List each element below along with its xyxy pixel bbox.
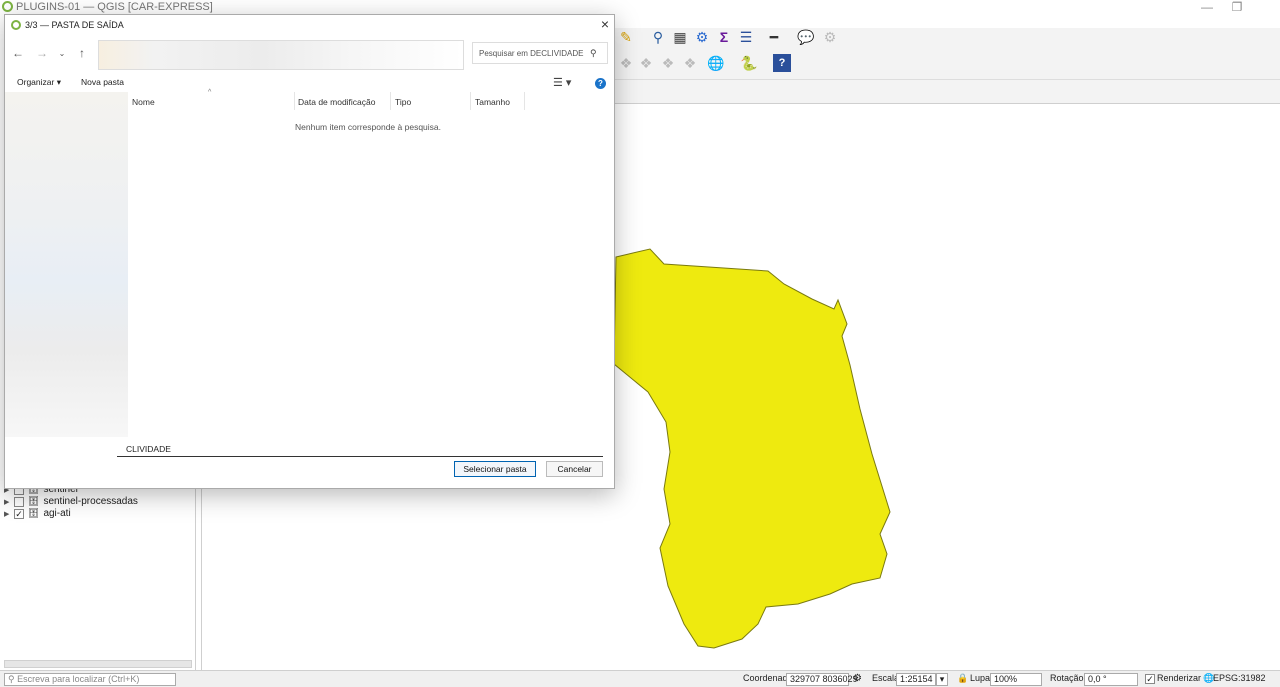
main-toolbar-row-2: ❖ ❖ ❖ ❖ 🌐 🐍 ? xyxy=(615,54,1280,80)
column-divider[interactable] xyxy=(390,92,391,110)
panel-tabstrip xyxy=(615,80,1280,104)
expand-arrow-icon[interactable]: ▶ xyxy=(4,498,10,506)
up-arrow-icon[interactable]: ↑ xyxy=(75,46,89,60)
sort-ascending-icon: ^ xyxy=(208,89,212,96)
column-divider[interactable] xyxy=(470,92,471,110)
expand-arrow-icon[interactable]: ▶ xyxy=(4,510,10,518)
column-header-size[interactable]: Tamanho xyxy=(475,97,510,107)
column-divider[interactable] xyxy=(524,92,525,110)
layer-group-icon: 🗄 xyxy=(28,508,40,518)
layer-name: agi-ati xyxy=(43,508,71,519)
edit-pencil-icon[interactable]: ✎ xyxy=(617,28,635,46)
app-title: PLUGINS-01 — QGIS [CAR-EXPRESS] xyxy=(16,1,213,13)
dialog-title: 3/3 — PASTA DE SAÍDA xyxy=(25,20,124,30)
layers-horizontal-scrollbar[interactable] xyxy=(4,660,192,668)
help-icon[interactable]: ? xyxy=(773,54,791,72)
map-tips-icon[interactable]: 💬 xyxy=(797,28,815,46)
statusbar: ⚲ Escreva para localizar (Ctrl+K) Coorde… xyxy=(0,670,1280,687)
render-label: Renderizar xyxy=(1157,673,1202,683)
agi-ati-polygon[interactable] xyxy=(613,248,891,649)
back-arrow-icon[interactable]: ← xyxy=(11,46,25,60)
processing-gear-icon[interactable]: ⚙ xyxy=(693,28,711,46)
search-input[interactable]: Pesquisar em DECLIVIDADE xyxy=(472,42,608,64)
close-icon[interactable]: × xyxy=(597,16,613,32)
magnifier-field[interactable]: 100% xyxy=(990,673,1042,686)
rotation-label: Rotação xyxy=(1050,673,1084,683)
tool-disabled-icon: ❖ xyxy=(683,55,697,71)
minimize-icon[interactable]: — xyxy=(1197,0,1217,14)
organize-label: Organizar xyxy=(17,77,55,87)
view-options-icon[interactable]: ☰ ▾ xyxy=(553,76,571,89)
globe-plugin-icon[interactable]: 🌐 xyxy=(707,54,725,72)
layer-row[interactable]: ▶ ✓ 🗄 agi-ati xyxy=(4,507,71,520)
dialog-toolbar: Organizar ▾ Nova pasta ☰ ▾ ? xyxy=(5,73,614,93)
empty-results-message: Nenhum item corresponde à pesquisa. xyxy=(295,122,441,132)
layer-group-icon: 🗄 xyxy=(28,496,40,506)
column-header-type[interactable]: Tipo xyxy=(395,97,411,107)
settings-disabled-icon: ⚙ xyxy=(823,29,837,45)
locator-search-input[interactable]: ⚲ Escreva para localizar (Ctrl+K) xyxy=(4,673,176,686)
layer-name: sentinel-processadas xyxy=(43,496,138,507)
lock-icon[interactable]: 🔒 xyxy=(957,673,968,684)
crs-label[interactable]: EPSG:31982 xyxy=(1213,673,1266,683)
scale-field[interactable]: 1:25154 xyxy=(896,673,936,686)
tool-disabled-icon: ❖ xyxy=(661,55,675,71)
search-icon[interactable]: ⚲ xyxy=(590,48,597,59)
measure-ruler-icon[interactable]: ━ xyxy=(765,28,783,46)
tool-disabled-icon: ❖ xyxy=(619,55,633,71)
column-divider[interactable] xyxy=(294,92,295,110)
column-header-name[interactable]: Nome xyxy=(132,97,155,107)
coordinate-toggle-icon[interactable]: ⚙ xyxy=(853,673,862,684)
rotation-field[interactable]: 0,0 ° xyxy=(1084,673,1138,686)
layer-list-icon[interactable]: ☰ xyxy=(737,28,755,46)
column-header-date[interactable]: Data de modificação xyxy=(298,97,376,107)
locator-placeholder: Escreva para localizar (Ctrl+K) xyxy=(17,674,140,684)
layer-checkbox[interactable]: ✓ xyxy=(14,508,24,519)
restore-icon[interactable]: ❐ xyxy=(1227,0,1247,14)
recent-chevron-down-icon[interactable]: ⌄ xyxy=(55,49,69,58)
layer-checkbox[interactable] xyxy=(14,496,24,507)
forward-arrow-icon[interactable]: → xyxy=(35,46,49,60)
select-folder-dialog: 3/3 — PASTA DE SAÍDA × ← → ⌄ ↑ Pesquisar… xyxy=(4,14,615,489)
python-console-icon[interactable]: 🐍 xyxy=(740,54,758,72)
identify-icon[interactable]: ⚲ xyxy=(649,28,667,46)
tool-disabled-icon: ❖ xyxy=(639,55,653,71)
qgis-logo-icon xyxy=(2,1,13,12)
render-checkbox[interactable]: ✓ xyxy=(1145,674,1155,684)
navigation-pane[interactable] xyxy=(5,92,128,437)
main-toolbar-row-1: ✎ ⚲ ▦ ⚙ Σ ☰ ━ 💬 ⚙ xyxy=(615,28,1280,54)
select-folder-button[interactable]: Selecionar pasta xyxy=(454,461,536,477)
search-icon: ⚲ xyxy=(8,674,15,684)
organize-button[interactable]: Organizar ▾ xyxy=(17,77,61,88)
coordinate-field[interactable]: 329707 8036029 xyxy=(786,673,858,686)
address-bar[interactable] xyxy=(98,40,464,70)
scale-dropdown-icon[interactable]: ▾ xyxy=(936,673,948,686)
statistics-sigma-icon[interactable]: Σ xyxy=(715,28,733,46)
qgis-logo-icon xyxy=(11,20,21,30)
attribute-table-icon[interactable]: ▦ xyxy=(671,28,689,46)
new-folder-button[interactable]: Nova pasta xyxy=(81,77,124,87)
scale-label: Escala xyxy=(872,673,900,683)
file-list[interactable]: ^ Nome Data de modificação Tipo Tamanho … xyxy=(128,89,614,437)
magnifier-label: Lupa xyxy=(970,673,991,683)
layers-panel: ▶ 🗄 sentinel ▶ 🗄 sentinel-processadas ▶ … xyxy=(0,484,196,670)
help-icon[interactable]: ? xyxy=(595,78,606,89)
folder-name-input[interactable]: CLIVIDADE xyxy=(117,441,603,457)
cancel-button[interactable]: Cancelar xyxy=(546,461,603,477)
